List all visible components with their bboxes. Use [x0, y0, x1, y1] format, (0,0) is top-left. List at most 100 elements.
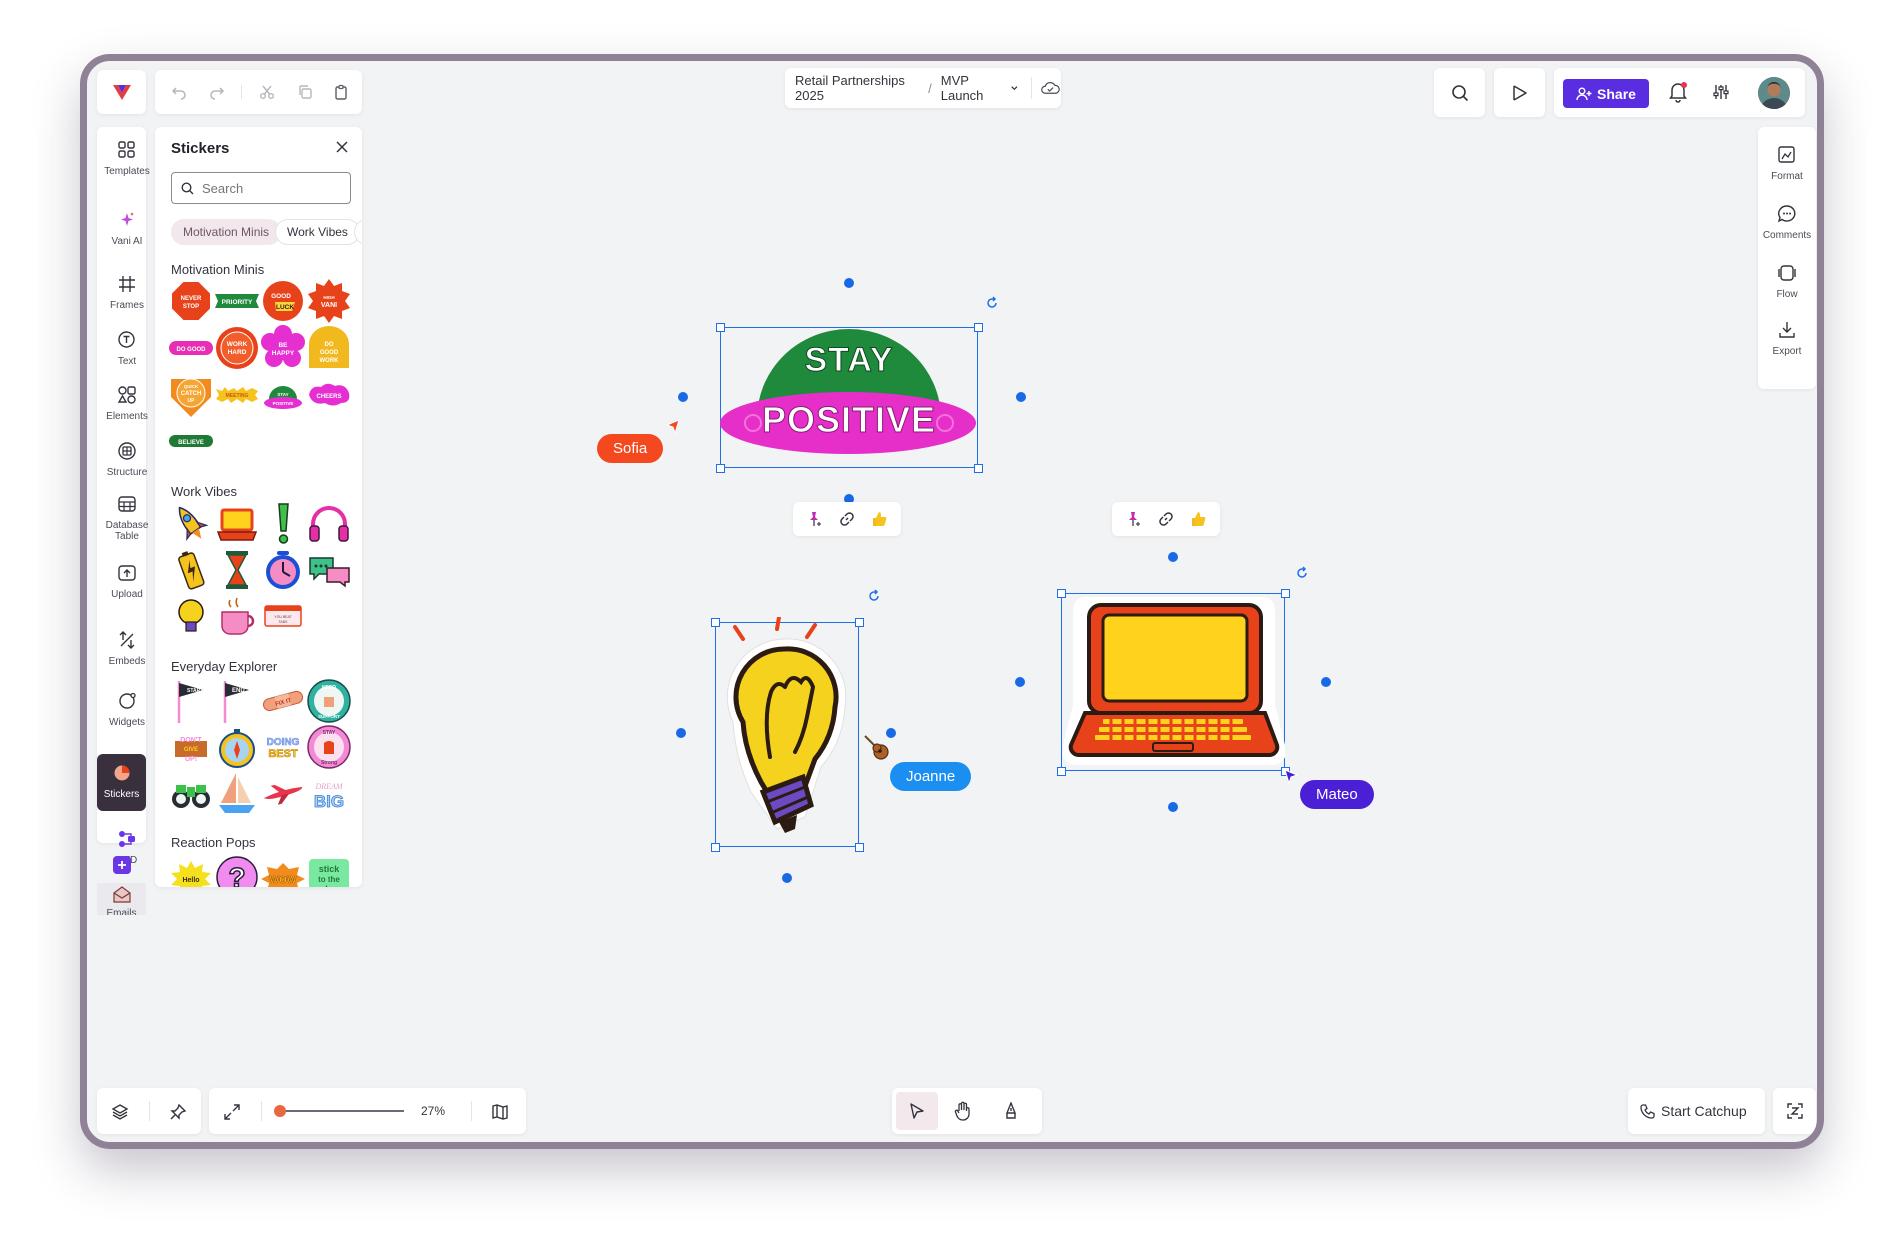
resize-handle[interactable] [716, 464, 725, 473]
sticker-good-luck[interactable]: GOOD LUCK [259, 277, 307, 325]
rotate-icon[interactable] [1295, 566, 1309, 580]
thumbs-up-icon[interactable] [870, 510, 888, 528]
close-panel-button[interactable] [336, 140, 348, 158]
resize-handle[interactable] [974, 323, 983, 332]
rail-item-export[interactable]: Export [1758, 318, 1816, 357]
connector-dot[interactable] [782, 873, 792, 883]
connector-dot[interactable] [1168, 552, 1178, 562]
rail-item-structure[interactable]: Structure [97, 438, 157, 478]
rail-item-elements[interactable]: Elements [97, 382, 157, 422]
sticker-battery[interactable] [167, 546, 215, 594]
connector-dot[interactable] [844, 278, 854, 288]
rail-item-text[interactable]: Text [97, 327, 157, 367]
sticker-you-beat-tabs[interactable]: YOU BEATTABS [259, 592, 307, 640]
layers-button[interactable] [111, 1103, 129, 1126]
copy-button[interactable] [285, 70, 325, 114]
chip-motivation-minis[interactable]: Motivation Minis [171, 219, 282, 245]
rail-item-widgets[interactable]: Widgets [97, 688, 157, 728]
chip-work-vibes[interactable]: Work Vibes [275, 219, 360, 245]
sticker-stay-strong[interactable]: STAY Strong [305, 723, 353, 771]
sticker-work-hard[interactable]: WORKHARD [213, 324, 261, 372]
rail-item-templates[interactable]: Templates [97, 137, 157, 177]
sticker-airplane[interactable] [259, 769, 307, 817]
settings-button[interactable] [1712, 83, 1730, 106]
sticker-laptop[interactable] [1063, 595, 1285, 771]
rail-item-flow[interactable]: Flow [1758, 261, 1816, 300]
rail-item-format[interactable]: Format [1758, 143, 1816, 182]
rail-item-vani-ai[interactable]: Vani AI [97, 207, 157, 247]
app-logo[interactable] [97, 70, 146, 114]
resize-handle[interactable] [716, 323, 725, 332]
rail-item-upload[interactable]: Upload [97, 560, 157, 600]
rotate-icon[interactable] [985, 296, 999, 310]
sticker-chat[interactable] [305, 546, 353, 594]
sticker-lightbulb[interactable] [715, 617, 861, 849]
sticker-bulb-mini[interactable] [167, 592, 215, 640]
sticker-wow[interactable]: WOW [259, 853, 307, 887]
start-catchup-button[interactable]: Start Catchup [1628, 1088, 1765, 1134]
hand-tool-button[interactable] [954, 1101, 972, 1126]
add-plugin-button[interactable] [112, 856, 131, 874]
avatar[interactable] [1758, 77, 1790, 109]
sticker-search[interactable] [171, 172, 351, 204]
rail-item-emails[interactable]: Emails [97, 883, 146, 915]
resize-handle[interactable] [1057, 767, 1066, 776]
sticker-do-good[interactable]: DO GOOD [167, 324, 215, 372]
rail-item-database-table[interactable]: Database Table [97, 491, 157, 542]
search-button[interactable] [1434, 68, 1485, 117]
rail-item-comments[interactable]: Comments [1758, 202, 1816, 241]
resize-handle[interactable] [1057, 589, 1066, 598]
breadcrumb-project[interactable]: Retail Partnerships 2025 [795, 73, 919, 103]
sticker-hello[interactable]: Hello [167, 853, 215, 887]
sticker-sailboat[interactable] [213, 769, 261, 817]
resize-handle[interactable] [711, 843, 720, 852]
sticker-start-flag[interactable]: START [167, 677, 215, 725]
sticker-do-good-work[interactable]: DO GOOD WORK [305, 324, 353, 372]
sticker-cheers[interactable]: CHEERS [305, 371, 353, 419]
rail-item-embeds[interactable]: Embeds [97, 627, 157, 667]
thumbs-up-icon[interactable] [1189, 510, 1207, 528]
notifications-button[interactable] [1668, 81, 1688, 108]
connector-dot[interactable] [1321, 677, 1331, 687]
resize-handle[interactable] [1281, 589, 1290, 598]
sticker-laptop-mini[interactable] [213, 500, 261, 548]
sticker-dream-big[interactable]: DREAMBIG [305, 769, 353, 817]
connector-dot[interactable] [1015, 677, 1025, 687]
rail-item-frames[interactable]: Frames [97, 271, 157, 311]
select-tool-button[interactable] [896, 1092, 938, 1130]
sticker-clock[interactable] [259, 546, 307, 594]
resize-handle[interactable] [974, 464, 983, 473]
sticker-need-support[interactable]: NEED SUPPORT [305, 677, 353, 725]
connector-dot[interactable] [1168, 802, 1178, 812]
connector-dot[interactable] [678, 392, 688, 402]
sticker-fix-it[interactable]: FIX IT [259, 677, 307, 725]
sticker-meeting[interactable]: MEETING [213, 371, 261, 419]
present-button[interactable] [1494, 68, 1545, 117]
cloud-sync-icon[interactable] [1040, 80, 1061, 96]
zoom-slider-thumb[interactable] [273, 1105, 286, 1117]
sticker-exclamation[interactable] [259, 500, 307, 548]
sticker-binoculars[interactable] [167, 769, 215, 817]
link-icon[interactable] [1157, 510, 1175, 528]
sticker-never-stop[interactable]: NEVER STOP [167, 277, 215, 325]
sticker-stay-positive-mini[interactable]: STAY POSITIVE [259, 371, 307, 419]
link-icon[interactable] [838, 510, 856, 528]
resize-handle[interactable] [855, 618, 864, 627]
sticker-high-vani[interactable]: HIGH VANI [305, 277, 353, 325]
zoom-slider-track[interactable] [279, 1110, 404, 1112]
sticker-believe[interactable]: BELIEVE [167, 417, 215, 465]
sticker-end-flag[interactable]: END [213, 677, 261, 725]
sticker-priority[interactable]: PRIORITY [213, 277, 261, 325]
cut-button[interactable] [247, 70, 287, 114]
resize-handle[interactable] [855, 843, 864, 852]
share-button[interactable]: Share [1563, 79, 1649, 108]
sticker-stick-to-the-plan[interactable]: stickto theplan [305, 853, 353, 887]
chevron-down-icon[interactable] [1010, 83, 1019, 93]
sticker-hourglass[interactable] [213, 546, 261, 594]
connector-dot[interactable] [676, 728, 686, 738]
pin-sticker-icon[interactable] [806, 510, 824, 528]
rotate-icon[interactable] [867, 589, 881, 603]
sticker-doing-best[interactable]: DOINGBEST [259, 723, 307, 771]
sticker-headphones[interactable] [305, 500, 353, 548]
sticker-be-happy[interactable]: BEHAPPY [259, 324, 307, 372]
